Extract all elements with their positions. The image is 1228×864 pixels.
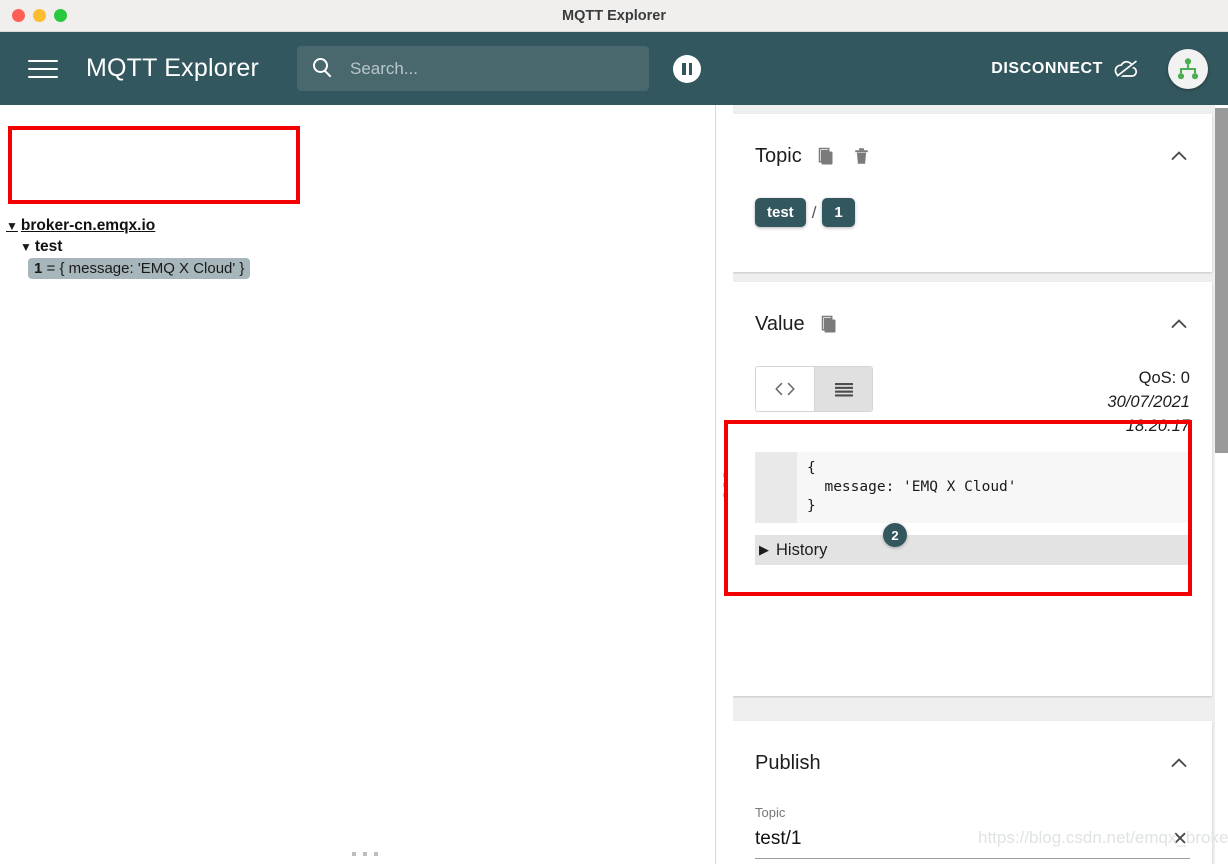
message-time: 18:20:17	[1125, 417, 1190, 435]
publish-topic-label: Topic	[755, 805, 786, 820]
disconnect-label: DISCONNECT	[991, 59, 1103, 77]
topic-chip-1[interactable]: 1	[822, 198, 855, 227]
publish-format-radios: raw xml json	[733, 859, 1212, 864]
value-card-header: Value	[733, 282, 1212, 366]
tree-leaf-value: { message: 'EMQ X Cloud' }	[59, 260, 245, 277]
horizontal-drag-handle[interactable]	[352, 852, 378, 856]
disconnect-button[interactable]: DISCONNECT	[983, 53, 1148, 85]
tree-node-test[interactable]: ▼ test	[20, 238, 62, 256]
topic-card: Topic test / 1	[733, 114, 1212, 272]
chevron-up-icon[interactable]	[1168, 752, 1190, 774]
payload-gutter	[755, 452, 797, 523]
scrollbar-thumb[interactable]	[1215, 108, 1228, 453]
tree-node-leaf-1[interactable]: 1 = { message: 'EMQ X Cloud' }	[28, 258, 251, 279]
search-input[interactable]	[350, 58, 649, 79]
tree-leaf-equals: =	[46, 260, 56, 277]
publish-card-header: Publish	[733, 721, 1212, 805]
value-card: Value QoS: 0 30/07/2021 18:20:17 {messa…	[733, 282, 1212, 696]
payload-text: { message: 'EMQ X Cloud' }	[807, 460, 1017, 514]
value-view-toggle-group	[755, 366, 873, 412]
value-toolbar: QoS: 0 30/07/2021 18:20:17	[733, 366, 1212, 452]
publish-topic-field: Topic ✕	[733, 805, 1212, 859]
history-toggle[interactable]: ▶ History 2	[755, 523, 1190, 565]
topic-card-title: Topic	[755, 144, 802, 167]
angle-brackets-icon	[775, 382, 795, 396]
pause-button[interactable]	[673, 54, 701, 83]
text-view-toggle[interactable]	[814, 367, 872, 411]
mqtt-explorer-window: MQTT Explorer MQTT Explorer DISCONNECT	[0, 0, 1228, 864]
history-label: History	[776, 540, 828, 559]
message-meta: QoS: 0 30/07/2021 18:20:17	[1107, 366, 1190, 438]
topic-chip-separator: /	[811, 202, 817, 222]
history-count-badge: 2	[883, 523, 907, 547]
copy-icon[interactable]	[819, 314, 840, 335]
message-date: 30/07/2021	[1107, 393, 1190, 411]
code-view-toggle[interactable]	[756, 367, 814, 411]
vertical-drag-handle[interactable]	[717, 105, 733, 864]
publish-topic-row: ✕	[755, 828, 1190, 859]
publish-card: Publish Topic ✕ raw	[733, 721, 1212, 864]
tree-node-test-label: test	[34, 238, 63, 255]
tree-node-broker-label: broker-cn.emqx.io	[20, 217, 156, 234]
connection-node-icon	[1177, 57, 1199, 79]
topic-chip-test[interactable]: test	[755, 198, 806, 227]
topic-card-header: Topic	[733, 114, 1212, 198]
search-box[interactable]	[297, 46, 649, 91]
chevron-down-icon[interactable]: ▼	[20, 241, 32, 253]
value-card-title: Value	[755, 312, 805, 335]
topic-tree-panel: ▼ broker-cn.emqx.io ▼ test 1 = { message…	[0, 105, 716, 864]
cloud-off-icon	[1114, 59, 1138, 79]
publish-topic-input[interactable]	[755, 828, 1171, 850]
tree-leaf-key: 1	[34, 260, 43, 277]
qos-label: QoS: 0	[1138, 369, 1190, 387]
chevron-down-icon[interactable]: ▼	[6, 220, 18, 232]
vertical-scrollbar[interactable]	[1215, 105, 1228, 864]
copy-icon[interactable]	[816, 146, 837, 167]
tree-node-broker[interactable]: ▼ broker-cn.emqx.io	[6, 217, 155, 235]
app-title: MQTT Explorer	[86, 54, 259, 82]
close-x-icon[interactable]: ✕	[1170, 830, 1190, 849]
detail-pane: Topic test / 1 Value QoS: 0 30/07/2021 1…	[733, 105, 1228, 864]
avatar[interactable]	[1168, 48, 1208, 89]
topic-segment-chips: test / 1	[733, 198, 1212, 227]
app-header: MQTT Explorer DISCONNECT	[0, 32, 1228, 105]
payload-viewer: { message: 'EMQ X Cloud' }	[755, 452, 1190, 523]
chevron-up-icon[interactable]	[1168, 313, 1190, 335]
chevron-up-icon[interactable]	[1168, 145, 1190, 167]
chevron-right-icon: ▶	[759, 542, 769, 557]
header-actions: DISCONNECT	[983, 48, 1208, 89]
hamburger-menu-icon[interactable]	[28, 58, 58, 80]
window-titlebar: MQTT Explorer	[0, 0, 1228, 32]
search-icon	[313, 58, 334, 79]
trash-icon[interactable]	[851, 146, 872, 167]
window-title: MQTT Explorer	[562, 7, 666, 24]
publish-card-title: Publish	[755, 751, 821, 774]
list-lines-icon	[834, 383, 853, 397]
